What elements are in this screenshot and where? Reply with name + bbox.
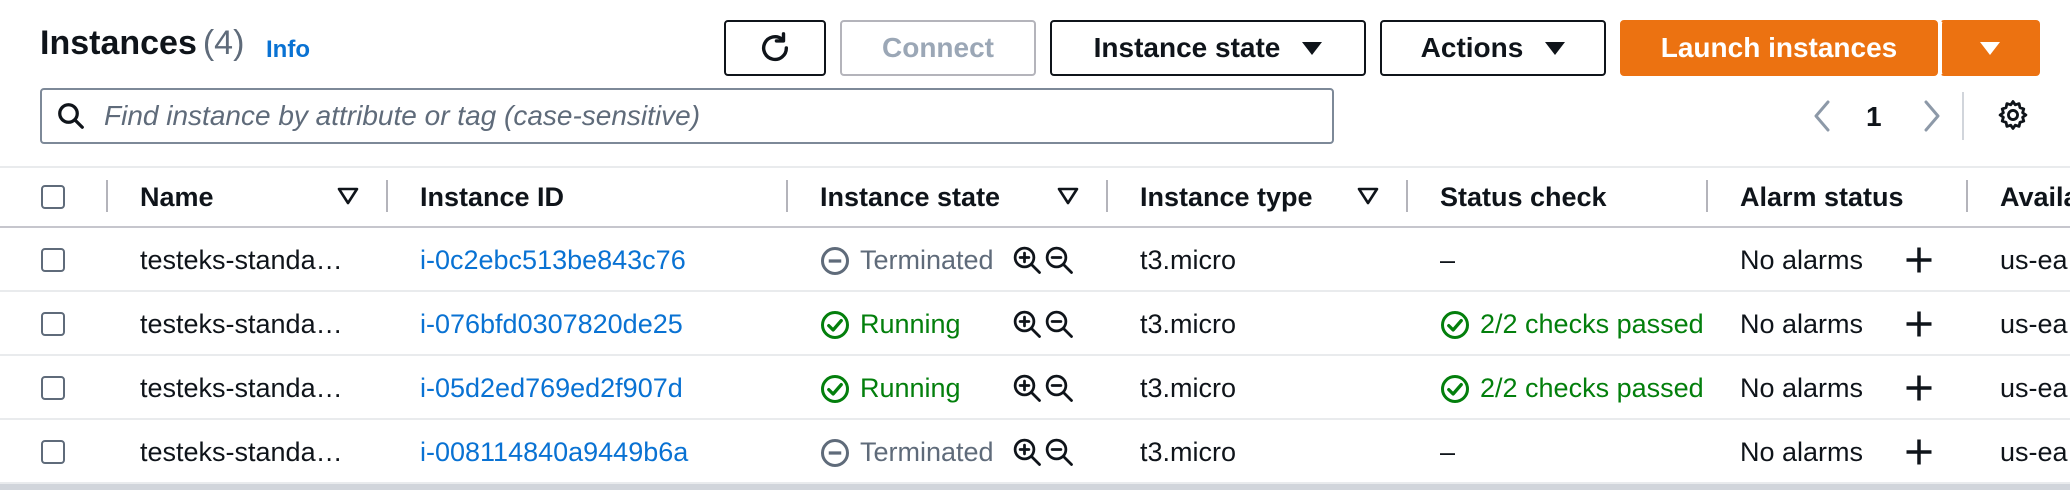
horizontal-scrollbar[interactable] bbox=[0, 484, 2070, 490]
sort-icon[interactable] bbox=[1356, 186, 1380, 206]
column-header-instance-state[interactable]: Instance state bbox=[820, 182, 1000, 213]
column-header-name[interactable]: Name bbox=[140, 182, 214, 213]
column-header-availability-zone[interactable]: Availa bbox=[2000, 182, 2070, 213]
column-divider bbox=[786, 180, 788, 212]
zoom-out-icon[interactable] bbox=[1044, 245, 1074, 275]
add-alarm-icon[interactable] bbox=[1904, 309, 1934, 339]
alarm-status-value: No alarms bbox=[1740, 437, 1864, 467]
divider bbox=[1962, 92, 1964, 140]
add-alarm-icon[interactable] bbox=[1904, 245, 1934, 275]
zoom-in-icon[interactable] bbox=[1012, 437, 1042, 467]
column-header-instance-type[interactable]: Instance type bbox=[1140, 182, 1313, 213]
info-link[interactable]: Info bbox=[266, 36, 310, 64]
instance-id-link[interactable]: i-076bfd0307820de25 bbox=[420, 309, 683, 340]
status-check-value: – bbox=[1440, 437, 1456, 467]
caret-down-icon bbox=[1302, 41, 1323, 55]
alarm-status-value: No alarms bbox=[1740, 309, 1864, 339]
search-icon bbox=[58, 103, 84, 129]
row-checkbox[interactable] bbox=[41, 248, 65, 272]
availability-zone-value: us-ea bbox=[2000, 245, 2068, 275]
column-header-instance-id[interactable]: Instance ID bbox=[420, 182, 564, 213]
success-check-icon bbox=[1441, 375, 1469, 403]
alarm-status-value: No alarms bbox=[1740, 245, 1864, 275]
instance-type-value: t3.micro bbox=[1140, 309, 1237, 339]
caret-down-icon bbox=[1545, 41, 1566, 55]
instance-state-dropdown[interactable]: Instance state bbox=[1050, 20, 1366, 76]
instance-state-value: Terminated bbox=[860, 437, 994, 467]
availability-zone-value: us-ea bbox=[2000, 309, 2068, 339]
column-divider bbox=[106, 180, 108, 212]
instance-name: testeks-standa… bbox=[140, 437, 343, 467]
instance-state-label: Instance state bbox=[1093, 32, 1281, 63]
caret-down-icon bbox=[1980, 41, 2000, 55]
row-checkbox[interactable] bbox=[41, 312, 65, 336]
row-checkbox[interactable] bbox=[41, 376, 65, 400]
instance-name: testeks-standa… bbox=[140, 373, 343, 403]
refresh-icon bbox=[761, 32, 789, 62]
stopped-icon bbox=[821, 247, 849, 275]
instance-id-link[interactable]: i-05d2ed769ed2f907d bbox=[420, 373, 683, 404]
instance-type-value: t3.micro bbox=[1140, 373, 1237, 403]
availability-zone-value: us-ea bbox=[2000, 437, 2068, 467]
stopped-icon bbox=[821, 439, 849, 467]
sort-icon[interactable] bbox=[336, 186, 360, 206]
select-all-checkbox[interactable] bbox=[41, 185, 65, 209]
search-bar[interactable] bbox=[40, 88, 1334, 144]
search-input[interactable] bbox=[102, 99, 1286, 133]
gear-icon[interactable] bbox=[1996, 98, 2030, 132]
alarm-status-value: No alarms bbox=[1740, 373, 1864, 403]
column-divider bbox=[1106, 180, 1108, 212]
column-divider bbox=[1966, 180, 1968, 212]
instance-id-link[interactable]: i-008114840a9449b6a bbox=[420, 437, 688, 468]
success-check-icon bbox=[821, 311, 849, 339]
page-title-text: Instances bbox=[40, 24, 197, 62]
success-check-icon bbox=[821, 375, 849, 403]
column-divider bbox=[1406, 180, 1408, 212]
instance-type-value: t3.micro bbox=[1140, 437, 1237, 467]
add-alarm-icon[interactable] bbox=[1904, 437, 1934, 467]
status-check-value: – bbox=[1440, 245, 1456, 275]
instance-count: (4) bbox=[202, 24, 245, 62]
page-number[interactable]: 1 bbox=[1866, 101, 1882, 133]
instance-state-value: Running bbox=[860, 373, 961, 403]
add-alarm-icon[interactable] bbox=[1904, 373, 1934, 403]
launch-instances-button[interactable]: Launch instances bbox=[1620, 20, 1938, 76]
zoom-out-icon[interactable] bbox=[1044, 437, 1074, 467]
zoom-out-icon[interactable] bbox=[1044, 373, 1074, 403]
instance-name: testeks-standa… bbox=[140, 309, 343, 339]
connect-button[interactable]: Connect bbox=[840, 20, 1036, 76]
zoom-in-icon[interactable] bbox=[1012, 245, 1042, 275]
status-check-value: 2/2 checks passed bbox=[1480, 309, 1704, 339]
zoom-in-icon[interactable] bbox=[1012, 373, 1042, 403]
chevron-right-icon[interactable] bbox=[1920, 98, 1944, 134]
instance-type-value: t3.micro bbox=[1140, 245, 1237, 275]
launch-options-button[interactable] bbox=[1940, 20, 2040, 76]
page-title: Instances (4) bbox=[40, 24, 244, 63]
chevron-left-icon[interactable] bbox=[1810, 98, 1834, 134]
instance-state-value: Running bbox=[860, 309, 961, 339]
success-check-icon bbox=[1441, 311, 1469, 339]
instance-name: testeks-standa… bbox=[140, 245, 343, 275]
column-divider bbox=[1706, 180, 1708, 212]
column-header-status-check[interactable]: Status check bbox=[1440, 182, 1607, 213]
actions-label: Actions bbox=[1420, 32, 1524, 63]
status-check-value: 2/2 checks passed bbox=[1480, 373, 1704, 403]
column-divider bbox=[386, 180, 388, 212]
column-header-alarm-status[interactable]: Alarm status bbox=[1740, 182, 1904, 213]
instance-id-link[interactable]: i-0c2ebc513be843c76 bbox=[420, 245, 686, 276]
instance-state-value: Terminated bbox=[860, 245, 994, 275]
row-checkbox[interactable] bbox=[41, 440, 65, 464]
zoom-in-icon[interactable] bbox=[1012, 309, 1042, 339]
zoom-out-icon[interactable] bbox=[1044, 309, 1074, 339]
availability-zone-value: us-ea bbox=[2000, 373, 2068, 403]
sort-icon[interactable] bbox=[1056, 186, 1080, 206]
refresh-button[interactable] bbox=[724, 20, 826, 76]
actions-dropdown[interactable]: Actions bbox=[1380, 20, 1606, 76]
